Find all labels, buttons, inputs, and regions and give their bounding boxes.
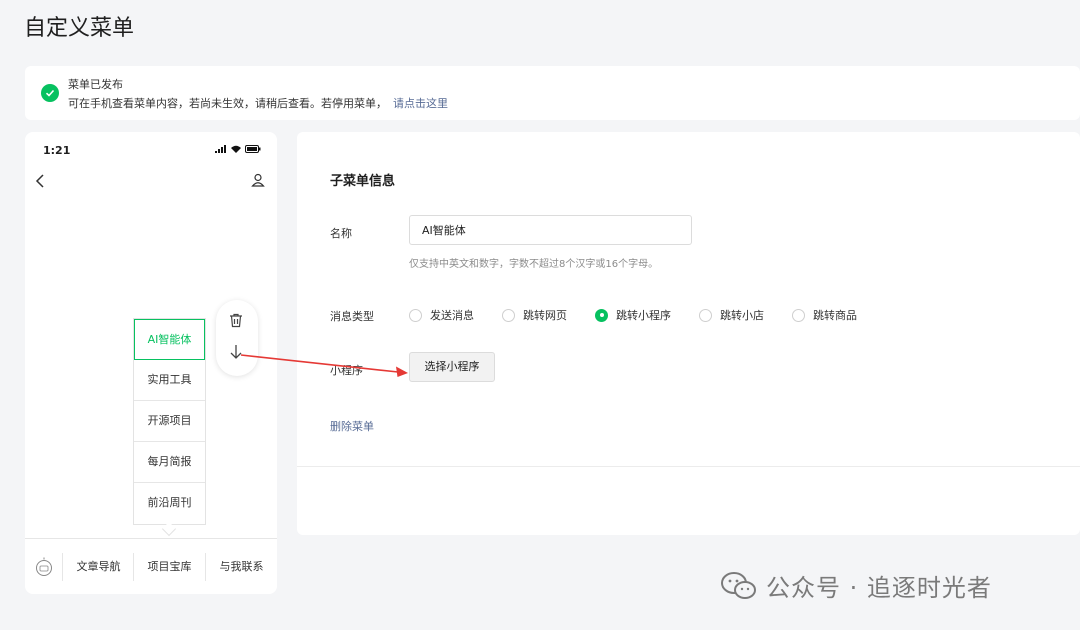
submenu-item[interactable]: AI智能体 — [134, 319, 205, 360]
signal-icon — [215, 145, 226, 153]
phone-time: 1:21 — [43, 144, 71, 157]
watermark-text: 公众号 · 追逐时光者 — [766, 574, 992, 602]
wechat-icon — [721, 571, 756, 599]
notice-title: 菜单已发布 — [68, 78, 123, 91]
message-type-label: 消息类型 — [330, 310, 374, 323]
menu-tab-projects[interactable]: 项目宝库 — [133, 553, 205, 581]
miniprogram-label: 小程序 — [330, 364, 363, 377]
submenu-item[interactable]: 前沿周刊 — [134, 483, 205, 524]
radio-label: 跳转网页 — [523, 309, 567, 322]
submenu-item[interactable]: 每月简报 — [134, 442, 205, 483]
submenu-editor: 子菜单信息 名称 仅支持中英文和数字，字数不超过8个汉字或16个字母。 消息类型… — [297, 132, 1080, 535]
divider — [297, 466, 1080, 467]
message-type-radio[interactable]: 跳转小店 — [699, 307, 764, 323]
message-type-radio[interactable]: 发送消息 — [409, 307, 474, 323]
submenu-item[interactable]: 实用工具 — [134, 360, 205, 401]
phone-preview: 1:21 AI智能体 实用工具 开源项目 每月简报 前沿周刊 文章导航 项目宝库 与我联… — [25, 132, 277, 594]
radio-label: 跳转小程序 — [616, 309, 671, 322]
section-title: 子菜单信息 — [330, 174, 396, 189]
radio-indicator[interactable] — [699, 308, 712, 322]
user-icon[interactable] — [251, 172, 265, 191]
message-type-group: 发送消息 跳转网页 跳转小程序 跳转小店 跳转商品 — [409, 307, 885, 323]
message-type-radio[interactable]: 跳转小程序 — [595, 307, 671, 323]
message-type-radio[interactable]: 跳转网页 — [502, 307, 567, 323]
notice-text: 可在手机查看菜单内容，若尚未生效，请稍后查看。若停用菜单， — [68, 97, 387, 110]
submenu-tools — [216, 300, 258, 376]
page-title: 自定义菜单 — [24, 16, 135, 41]
back-icon[interactable] — [35, 172, 45, 193]
submenu-list: AI智能体 实用工具 开源项目 每月简报 前沿周刊 — [133, 318, 206, 525]
radio-label: 发送消息 — [430, 309, 474, 322]
keyboard-icon[interactable] — [35, 557, 53, 581]
message-type-radio[interactable]: 跳转商品 — [792, 307, 857, 323]
notice-body: 可在手机查看菜单内容，若尚未生效，请稍后查看。若停用菜单， 请点击这里 — [68, 95, 448, 111]
check-circle-icon — [41, 84, 59, 102]
name-input[interactable] — [409, 215, 692, 245]
radio-indicator[interactable] — [502, 308, 515, 322]
menu-tab-contact[interactable]: 与我联系 — [205, 553, 277, 581]
name-hint: 仅支持中英文和数字，字数不超过8个汉字或16个字母。 — [409, 259, 659, 270]
radio-label: 跳转商品 — [813, 309, 857, 322]
watermark: 公众号 · 追逐时光者 — [720, 568, 992, 603]
name-label: 名称 — [330, 227, 352, 240]
radio-indicator[interactable] — [409, 308, 422, 322]
trash-icon[interactable] — [228, 312, 244, 332]
arrow-down-icon[interactable] — [228, 344, 244, 364]
delete-menu-link[interactable]: 删除菜单 — [330, 418, 374, 434]
battery-icon — [245, 145, 261, 153]
select-miniprogram-button[interactable]: 选择小程序 — [409, 352, 495, 382]
radio-indicator[interactable] — [595, 308, 608, 322]
menu-bottom-bar: 文章导航 项目宝库 与我联系 — [25, 538, 277, 594]
submenu-item[interactable]: 开源项目 — [134, 401, 205, 442]
publish-notice: 菜单已发布 可在手机查看菜单内容，若尚未生效，请稍后查看。若停用菜单， 请点击这里 — [25, 66, 1080, 120]
radio-indicator[interactable] — [792, 308, 805, 322]
wifi-icon — [231, 145, 241, 153]
disable-menu-link[interactable]: 请点击这里 — [393, 97, 448, 110]
radio-label: 跳转小店 — [720, 309, 764, 322]
phone-status-bar — [215, 145, 261, 153]
menu-tab-articles[interactable]: 文章导航 — [62, 553, 134, 581]
